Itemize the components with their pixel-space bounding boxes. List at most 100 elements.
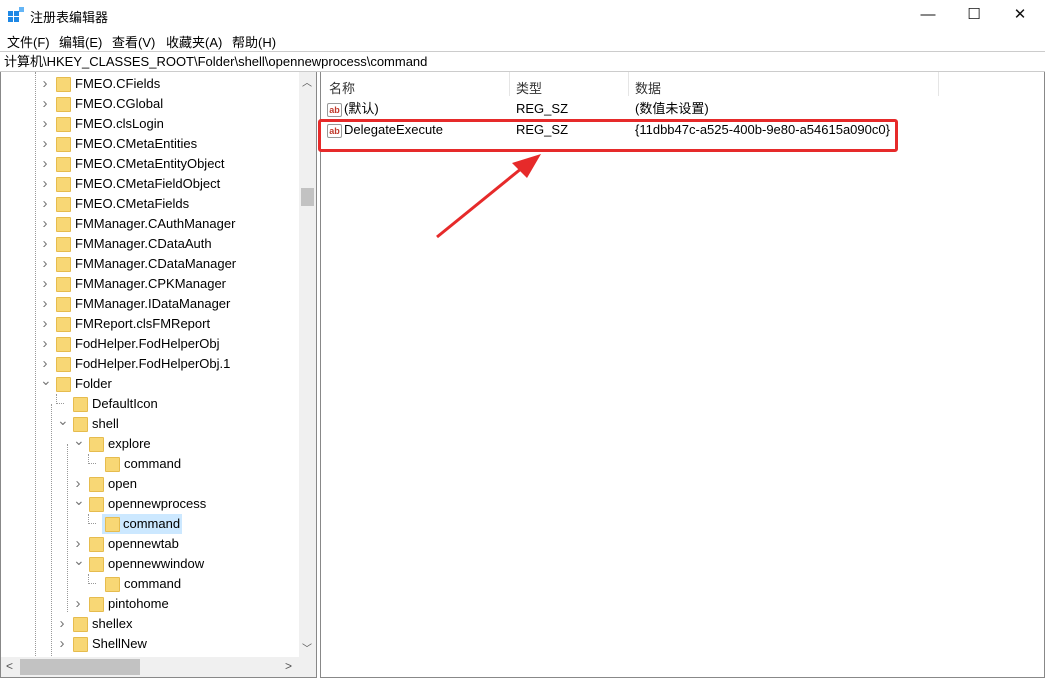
tree-item[interactable]: ›FMEO.CFields (1, 74, 299, 94)
tree-item[interactable]: › FMManager.CPKManager (1, 274, 299, 294)
tree-item-label: explore (106, 434, 153, 454)
tree-item[interactable]: ›FMEO.CMetaEntityObject (1, 154, 299, 174)
tree-item-label: FodHelper.FodHelperObj (73, 334, 222, 354)
highlight-box (318, 119, 898, 152)
folder-icon (56, 317, 71, 332)
tree-item[interactable]: › FMManager.CAuthManager (1, 214, 299, 234)
folder-icon (56, 257, 71, 272)
address-bar[interactable]: 计算机\HKEY_CLASSES_ROOT\Folder\shell\openn… (0, 51, 1045, 72)
values-pane: 名称 类型 数据 ab(默认) REG_SZ (数值未设置) abDelegat… (320, 72, 1045, 678)
value-type: REG_SZ (516, 99, 568, 119)
scroll-thumb[interactable] (301, 188, 314, 206)
tree-item[interactable]: command (1, 514, 299, 534)
folder-icon (73, 397, 88, 412)
tree-item[interactable]: ⌄shell (1, 414, 299, 434)
folder-icon (89, 437, 104, 452)
tree-item[interactable]: › FMEO.CMetaFields (1, 194, 299, 214)
tree-item[interactable]: ⌄opennewwindow (1, 554, 299, 574)
scroll-right-icon[interactable]: > (285, 659, 292, 673)
folder-icon (89, 537, 104, 552)
chevron-right-icon[interactable]: › (40, 74, 50, 94)
tree-item-label: Folder (73, 374, 114, 394)
chevron-right-icon[interactable]: › (40, 214, 50, 234)
tree-item-label: FMManager.CPKManager (73, 274, 228, 294)
chevron-right-icon[interactable]: › (40, 174, 50, 194)
chevron-right-icon[interactable]: › (40, 114, 50, 134)
chevron-down-icon[interactable]: ⌄ (73, 550, 83, 570)
column-header-type[interactable]: 类型 (516, 78, 542, 97)
folder-icon (56, 137, 71, 152)
tree-item[interactable]: ›FMManager.CDataManager (1, 254, 299, 274)
folder-icon (56, 177, 71, 192)
tree-item[interactable]: ⌄Folder (1, 374, 299, 394)
tree-item[interactable]: command (1, 574, 299, 594)
tree-item-label: open (106, 474, 139, 494)
menu-edit[interactable]: 编辑(E) (59, 32, 102, 51)
chevron-right-icon[interactable]: › (40, 314, 50, 334)
folder-icon (73, 617, 88, 632)
menu-file[interactable]: 文件(F) (7, 32, 50, 51)
folder-icon (56, 157, 71, 172)
chevron-right-icon[interactable]: › (40, 294, 50, 314)
chevron-down-icon[interactable]: ⌄ (73, 490, 83, 510)
menu-help[interactable]: 帮助(H) (232, 32, 276, 51)
tree-item-label: FodHelper.FodHelperObj.1 (73, 354, 232, 374)
tree-item[interactable]: DefaultIcon (1, 394, 299, 414)
tree-item-label: FMManager.IDataManager (73, 294, 232, 314)
folder-icon (56, 77, 71, 92)
tree-item[interactable]: ›FMEO.CGlobal (1, 94, 299, 114)
minimize-button[interactable]: — (905, 0, 951, 30)
tree-item[interactable]: ›ShellNew (1, 634, 299, 654)
scroll-up-icon[interactable]: ︿ (302, 74, 312, 89)
chevron-right-icon[interactable]: › (40, 274, 50, 294)
tree-item[interactable]: ›FMReport.clsFMReport (1, 314, 299, 334)
tree-item[interactable]: › shellex (1, 614, 299, 634)
column-header-name[interactable]: 名称 (329, 78, 355, 97)
chevron-right-icon[interactable]: › (40, 254, 50, 274)
folder-icon (105, 577, 120, 592)
tree-item[interactable]: ›opennewtab (1, 534, 299, 554)
chevron-right-icon[interactable]: › (40, 154, 50, 174)
close-button[interactable]: ✕ (997, 0, 1043, 30)
tree-item-label: opennewwindow (106, 554, 206, 574)
tree-vertical-scrollbar[interactable]: ︿ ﹀ (299, 72, 316, 657)
scroll-thumb-horizontal[interactable] (20, 659, 140, 675)
chevron-right-icon[interactable]: › (40, 234, 50, 254)
menu-favorites[interactable]: 收藏夹(A) (166, 32, 222, 51)
tree-item[interactable]: ›pintohome (1, 594, 299, 614)
chevron-right-icon[interactable]: › (40, 94, 50, 114)
tree-item-label: FMEO.CMetaEntities (73, 134, 199, 154)
tree-item[interactable]: ›FMManager.CDataAuth (1, 234, 299, 254)
chevron-right-icon[interactable]: › (73, 594, 83, 614)
tree-item[interactable]: ⌄explore (1, 434, 299, 454)
tree-item[interactable]: › FodHelper.FodHelperObj (1, 334, 299, 354)
folder-icon (56, 117, 71, 132)
chevron-down-icon[interactable]: ⌄ (57, 410, 67, 430)
chevron-right-icon[interactable]: › (57, 614, 67, 634)
menu-view[interactable]: 查看(V) (112, 32, 155, 51)
chevron-right-icon[interactable]: › (40, 194, 50, 214)
tree-item-label: command (122, 454, 183, 474)
tree-item[interactable]: › FMManager.IDataManager (1, 294, 299, 314)
tree-item[interactable]: ›open (1, 474, 299, 494)
value-row[interactable]: ab(默认) REG_SZ (数值未设置) (327, 99, 1027, 119)
tree-item[interactable]: ⌄opennewprocess (1, 494, 299, 514)
tree-item-label: shellex (90, 614, 134, 634)
chevron-right-icon[interactable]: › (57, 634, 67, 654)
folder-icon (56, 337, 71, 352)
tree-item[interactable]: ›FMEO.clsLogin (1, 114, 299, 134)
chevron-right-icon[interactable]: › (40, 134, 50, 154)
chevron-down-icon[interactable]: ⌄ (73, 430, 83, 450)
column-header-data[interactable]: 数据 (635, 78, 661, 97)
scroll-down-icon[interactable]: ﹀ (302, 640, 312, 655)
tree-item[interactable]: command (1, 454, 299, 474)
tree-item[interactable]: ›FMEO.CMetaFieldObject (1, 174, 299, 194)
tree-item[interactable]: › FMEO.CMetaEntities (1, 134, 299, 154)
tree-item-label: FMManager.CAuthManager (73, 214, 237, 234)
scroll-left-icon[interactable]: < (6, 659, 13, 673)
chevron-right-icon[interactable]: › (40, 334, 50, 354)
tree-item-label: FMEO.CMetaFields (73, 194, 191, 214)
tree-horizontal-scrollbar[interactable]: < > (1, 657, 316, 677)
maximize-button[interactable]: ☐ (951, 0, 997, 30)
chevron-down-icon[interactable]: ⌄ (40, 370, 50, 390)
